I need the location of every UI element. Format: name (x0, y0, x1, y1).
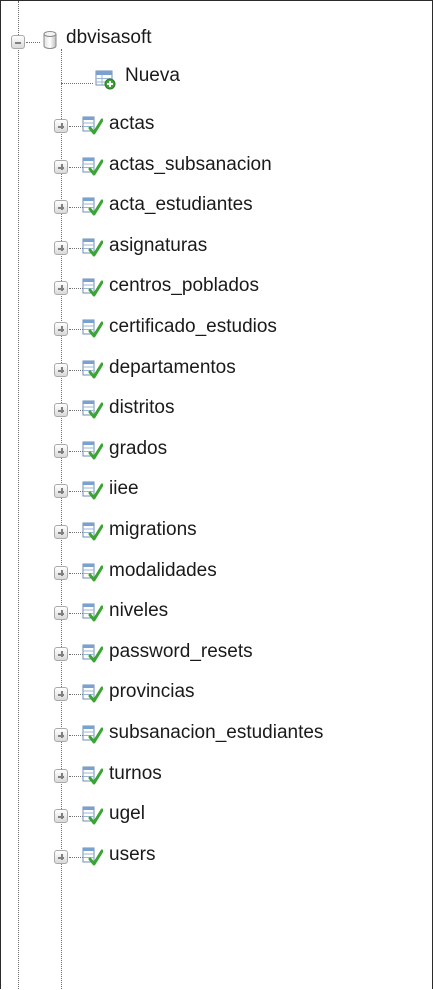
table-name[interactable]: certificado_estudios (109, 316, 277, 338)
table-structure-icon[interactable] (81, 520, 103, 542)
table-row-actas-subsanacion[interactable]: actas_subsanacion (1, 152, 432, 182)
table-row-asignaturas[interactable]: asignaturas (1, 233, 432, 263)
table-name[interactable]: asignaturas (109, 235, 207, 257)
expand-icon[interactable] (54, 606, 68, 620)
table-name[interactable]: ugel (109, 803, 145, 825)
table-row-niveles[interactable]: niveles (1, 598, 432, 628)
table-structure-icon[interactable] (81, 358, 103, 380)
table-row-departamentos[interactable]: departamentos (1, 355, 432, 385)
table-row-users[interactable]: users (1, 842, 432, 872)
expand-icon[interactable] (54, 363, 68, 377)
expand-icon[interactable] (54, 444, 68, 458)
table-structure-icon[interactable] (81, 642, 103, 664)
table-row-modalidades[interactable]: modalidades (1, 558, 432, 588)
table-name[interactable]: turnos (109, 763, 162, 785)
expand-icon[interactable] (54, 850, 68, 864)
table-structure-icon[interactable] (81, 479, 103, 501)
table-name[interactable]: subsanacion_estudiantes (109, 722, 323, 744)
database-name[interactable]: dbvisasoft (66, 27, 152, 49)
table-row-actas[interactable]: actas (1, 111, 432, 141)
table-name[interactable]: acta_estudiantes (109, 194, 253, 216)
table-name[interactable]: actas (109, 113, 154, 135)
table-name[interactable]: departamentos (109, 357, 236, 379)
table-row-provincias[interactable]: provincias (1, 679, 432, 709)
expand-icon[interactable] (54, 281, 68, 295)
table-row-acta-estudiantes[interactable]: acta_estudiantes (1, 192, 432, 222)
table-row-subsanacion-estudiantes[interactable]: subsanacion_estudiantes (1, 720, 432, 750)
table-structure-icon[interactable] (81, 155, 103, 177)
expand-icon[interactable] (54, 322, 68, 336)
table-name[interactable]: distritos (109, 397, 174, 419)
table-structure-icon[interactable] (81, 236, 103, 258)
new-table-icon[interactable] (94, 68, 116, 90)
table-name[interactable]: password_resets (109, 641, 253, 663)
table-row-iiee[interactable]: iiee (1, 476, 432, 506)
table-name[interactable]: users (109, 844, 155, 866)
table-name[interactable]: modalidades (109, 560, 217, 582)
table-structure-icon[interactable] (81, 561, 103, 583)
table-row-certificado-estudios[interactable]: certificado_estudios (1, 314, 432, 344)
expand-icon[interactable] (54, 809, 68, 823)
table-name[interactable]: iiee (109, 478, 139, 500)
expand-icon[interactable] (54, 200, 68, 214)
expand-icon[interactable] (54, 119, 68, 133)
table-structure-icon[interactable] (81, 439, 103, 461)
table-name[interactable]: provincias (109, 681, 195, 703)
tree-connector (26, 42, 40, 43)
expand-icon[interactable] (54, 687, 68, 701)
table-row-password-resets[interactable]: password_resets (1, 639, 432, 669)
table-structure-icon[interactable] (81, 114, 103, 136)
database-tree: dbvisasoft Nueva actas actas_subsanacion… (1, 1, 432, 989)
database-cylinder-icon (43, 31, 57, 49)
expand-icon[interactable] (54, 403, 68, 417)
table-structure-icon[interactable] (81, 682, 103, 704)
table-structure-icon[interactable] (81, 276, 103, 298)
table-structure-icon[interactable] (81, 398, 103, 420)
table-name[interactable]: centros_poblados (109, 275, 259, 297)
table-structure-icon[interactable] (81, 195, 103, 217)
table-row-migrations[interactable]: migrations (1, 517, 432, 547)
tree-connector (61, 83, 93, 84)
table-name[interactable]: grados (109, 438, 167, 460)
table-row-centros-poblados[interactable]: centros_poblados (1, 273, 432, 303)
table-structure-icon[interactable] (81, 845, 103, 867)
expand-icon[interactable] (54, 769, 68, 783)
table-structure-icon[interactable] (81, 317, 103, 339)
collapse-icon[interactable] (11, 35, 25, 49)
table-structure-icon[interactable] (81, 723, 103, 745)
expand-icon[interactable] (54, 566, 68, 580)
table-row-grados[interactable]: grados (1, 436, 432, 466)
new-table-label[interactable]: Nueva (125, 65, 180, 87)
table-name[interactable]: niveles (109, 600, 168, 622)
navigation-panel: dbvisasoft Nueva actas actas_subsanacion… (0, 0, 433, 989)
table-name[interactable]: migrations (109, 519, 197, 541)
expand-icon[interactable] (54, 728, 68, 742)
table-row-ugel[interactable]: ugel (1, 801, 432, 831)
table-structure-icon[interactable] (81, 601, 103, 623)
expand-icon[interactable] (54, 241, 68, 255)
database-node[interactable]: dbvisasoft (1, 27, 432, 57)
table-name[interactable]: actas_subsanacion (109, 154, 272, 176)
table-structure-icon[interactable] (81, 804, 103, 826)
expand-icon[interactable] (54, 647, 68, 661)
expand-icon[interactable] (54, 525, 68, 539)
table-row-distritos[interactable]: distritos (1, 395, 432, 425)
table-structure-icon[interactable] (81, 764, 103, 786)
table-row-turnos[interactable]: turnos (1, 761, 432, 791)
expand-icon[interactable] (54, 484, 68, 498)
new-table-node[interactable]: Nueva (1, 63, 432, 93)
expand-icon[interactable] (54, 160, 68, 174)
